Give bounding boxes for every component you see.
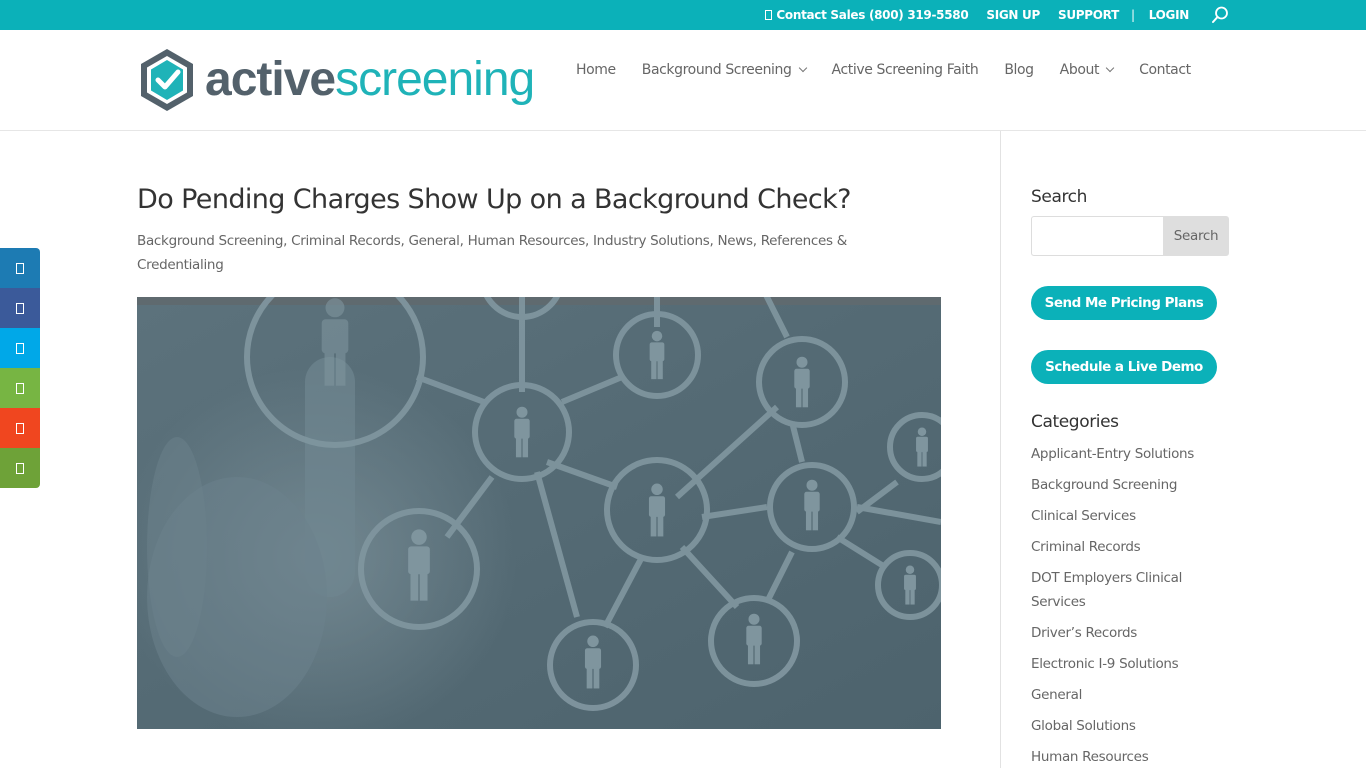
logo-text-active: active — [205, 53, 336, 106]
sign-up-link[interactable]: SIGN UP — [986, 8, 1040, 22]
more-share-button[interactable] — [0, 448, 40, 488]
featured-image — [137, 297, 941, 729]
email-icon — [16, 422, 24, 434]
contact-sales-link[interactable]: Contact Sales (800) 319-5580 — [765, 8, 969, 22]
categories-list: Applicant-Entry Solutions Background Scr… — [1031, 442, 1221, 768]
search-input[interactable] — [1031, 216, 1163, 256]
search-form: Search — [1031, 216, 1229, 256]
share-icon — [16, 382, 24, 394]
facebook-share-button[interactable] — [0, 288, 40, 328]
top-bar: Contact Sales (800) 319-5580 SIGN UP SUP… — [0, 0, 1366, 30]
linkedin-icon — [16, 262, 24, 274]
site-header: activescreening Home Background Screenin… — [0, 30, 1366, 131]
post-categories: Background Screening, Criminal Records, … — [137, 229, 877, 277]
category-link[interactable]: General — [1031, 687, 1082, 703]
category-item: Background Screening — [1031, 473, 1221, 497]
nav-label: Active Screening Faith — [831, 62, 979, 78]
logo-text-screening: screening — [335, 53, 535, 106]
search-icon[interactable] — [1211, 6, 1229, 24]
contact-sales-label: Contact Sales (800) 319-5580 — [776, 8, 969, 22]
post-category-link[interactable]: Human Resources — [468, 233, 586, 249]
more-icon — [16, 462, 24, 474]
nav-item-about[interactable]: About — [1059, 62, 1115, 78]
category-link[interactable]: Clinical Services — [1031, 508, 1136, 524]
twitter-share-button[interactable] — [0, 328, 40, 368]
nav-item-blog[interactable]: Blog — [1004, 62, 1034, 78]
nav-item-active-screening-faith[interactable]: Active Screening Faith — [832, 62, 979, 78]
share-button[interactable] — [0, 368, 40, 408]
category-link[interactable]: Criminal Records — [1031, 539, 1141, 555]
support-link[interactable]: SUPPORT — [1058, 8, 1119, 22]
comma: , — [585, 233, 593, 249]
category-item: Clinical Services — [1031, 504, 1221, 528]
logo-shield-icon — [141, 49, 193, 111]
comma: , — [752, 233, 761, 249]
category-item: Driver’s Records — [1031, 621, 1221, 645]
facebook-icon — [16, 302, 24, 314]
social-share-bar — [0, 248, 40, 488]
main-nav: Home Background Screening Active Screeni… — [576, 30, 1191, 110]
category-link[interactable]: Driver’s Records — [1031, 625, 1137, 641]
category-item: Global Solutions — [1031, 714, 1221, 738]
nav-label: About — [1059, 62, 1100, 78]
nav-item-home[interactable]: Home — [576, 62, 616, 78]
category-item: Human Resources — [1031, 745, 1221, 768]
post-category-link[interactable]: Industry Solutions — [593, 233, 710, 249]
category-item: Applicant-Entry Solutions — [1031, 442, 1221, 466]
category-link[interactable]: Human Resources — [1031, 749, 1149, 765]
separator: | — [1130, 8, 1135, 22]
top-bar-links: Contact Sales (800) 319-5580 SIGN UP SUP… — [765, 0, 1229, 30]
category-item: Criminal Records — [1031, 535, 1221, 559]
network-illustration — [137, 297, 941, 729]
nav-label: Home — [576, 62, 616, 78]
search-widget-title: Search — [1031, 187, 1088, 207]
send-pricing-plans-button[interactable]: Send Me Pricing Plans — [1031, 286, 1217, 320]
post-category-link[interactable]: News — [717, 233, 753, 249]
site-logo[interactable]: activescreening — [137, 45, 545, 115]
email-share-button[interactable] — [0, 408, 40, 448]
login-link[interactable]: LOGIN — [1149, 8, 1190, 22]
post-category-link[interactable]: General — [408, 233, 459, 249]
chevron-down-icon — [1105, 63, 1115, 73]
category-link[interactable]: Global Solutions — [1031, 718, 1136, 734]
nav-item-background-screening[interactable]: Background Screening — [641, 62, 807, 78]
comma: , — [459, 233, 468, 249]
chevron-down-icon — [798, 63, 807, 73]
schedule-live-demo-button[interactable]: Schedule a Live Demo — [1031, 350, 1217, 384]
nav-label: Contact — [1139, 62, 1191, 78]
category-link[interactable]: Electronic I-9 Solutions — [1031, 656, 1179, 672]
search-button[interactable]: Search — [1163, 216, 1229, 256]
post-category-link[interactable]: Background Screening — [137, 233, 283, 249]
nav-label: Background Screening — [641, 62, 792, 78]
twitter-icon — [16, 342, 24, 354]
nav-item-contact[interactable]: Contact — [1139, 62, 1191, 78]
category-item: Electronic I-9 Solutions — [1031, 652, 1221, 676]
nav-label: Blog — [1004, 62, 1034, 78]
category-link[interactable]: Background Screening — [1031, 477, 1177, 493]
category-item: DOT Employers Clinical Services — [1031, 566, 1221, 614]
post-title: Do Pending Charges Show Up on a Backgrou… — [137, 184, 851, 215]
comma: , — [283, 233, 292, 249]
post-category-link[interactable]: Criminal Records — [291, 233, 401, 249]
category-link[interactable]: DOT Employers Clinical Services — [1031, 570, 1182, 610]
phone-icon — [765, 10, 773, 20]
category-item: General — [1031, 683, 1221, 707]
linkedin-share-button[interactable] — [0, 248, 40, 288]
sidebar-divider — [1000, 131, 1001, 768]
category-link[interactable]: Applicant-Entry Solutions — [1031, 446, 1194, 462]
categories-widget-title: Categories — [1031, 412, 1119, 432]
